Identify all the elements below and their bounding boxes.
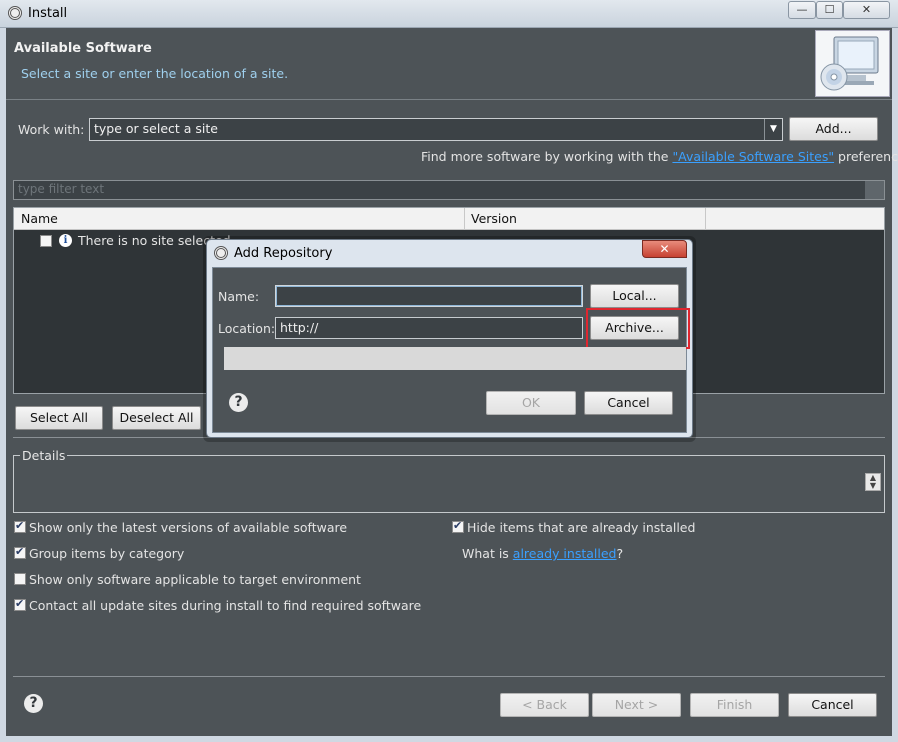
ok-button[interactable]: OK xyxy=(486,391,576,415)
archive-highlight xyxy=(586,308,690,349)
column-divider[interactable] xyxy=(464,208,465,230)
name-label: Name: xyxy=(218,289,260,304)
hide-installed-label: Hide items that are already installed xyxy=(467,520,696,535)
row-checkbox[interactable] xyxy=(40,235,52,247)
divider xyxy=(13,676,885,677)
chevron-down-icon[interactable]: ▼ xyxy=(764,119,782,140)
column-name[interactable]: Name xyxy=(21,211,58,226)
table-header xyxy=(14,208,884,230)
eclipse-gear-icon xyxy=(214,246,228,260)
dialog-close-button[interactable]: ✕ xyxy=(642,240,687,258)
cancel-button[interactable]: Cancel xyxy=(788,693,877,717)
software-sites-hint: Find more software by working with the "… xyxy=(421,149,898,164)
back-button[interactable]: < Back xyxy=(500,693,589,717)
already-installed-link[interactable]: already installed xyxy=(513,546,617,561)
dialog-message-area xyxy=(224,347,686,370)
target-environment-checkbox[interactable] xyxy=(14,573,26,585)
work-with-label: Work with: xyxy=(18,122,85,137)
info-icon: i xyxy=(59,234,72,247)
add-site-button[interactable]: Add... xyxy=(789,117,878,141)
help-icon[interactable]: ? xyxy=(229,393,248,412)
contact-update-sites-checkbox[interactable] xyxy=(14,597,26,611)
column-version[interactable]: Version xyxy=(471,211,517,226)
maximize-button[interactable]: ☐ xyxy=(816,1,843,19)
deselect-all-button[interactable]: Deselect All xyxy=(112,406,201,430)
page-subtitle: Select a site or enter the location of a… xyxy=(21,66,289,81)
dialog-cancel-button[interactable]: Cancel xyxy=(584,391,673,415)
wizard-header xyxy=(6,28,892,100)
filter-input[interactable]: type filter text xyxy=(13,180,885,200)
page-title: Available Software xyxy=(14,41,152,56)
minimize-button[interactable]: — xyxy=(788,1,816,19)
group-by-category-label: Group items by category xyxy=(29,546,185,561)
location-input[interactable]: http:// xyxy=(275,317,583,339)
latest-versions-checkbox[interactable] xyxy=(14,519,26,533)
select-all-button[interactable]: Select All xyxy=(15,406,103,430)
group-by-category-checkbox[interactable] xyxy=(14,545,26,559)
target-environment-label: Show only software applicable to target … xyxy=(29,572,361,587)
location-label: Location: xyxy=(218,321,276,336)
name-input[interactable] xyxy=(275,285,583,307)
latest-versions-label: Show only the latest versions of availab… xyxy=(29,520,348,535)
filter-clear[interactable] xyxy=(865,181,884,199)
eclipse-gear-icon xyxy=(8,6,22,20)
details-group xyxy=(13,455,885,513)
available-software-sites-link[interactable]: "Available Software Sites" xyxy=(672,149,834,164)
contact-update-sites-label: Contact all update sites during install … xyxy=(29,598,422,613)
hide-installed-checkbox[interactable] xyxy=(452,519,464,533)
dialog-title: Add Repository xyxy=(234,246,333,261)
finish-button[interactable]: Finish xyxy=(690,693,779,717)
column-divider[interactable] xyxy=(705,208,706,230)
details-label: Details xyxy=(20,448,68,463)
work-with-combo[interactable]: type or select a site xyxy=(89,118,783,141)
window-titlebar: Install — ☐ ✕ xyxy=(0,0,898,28)
details-scroll-icon[interactable]: ▲ ▼ xyxy=(865,473,881,491)
window-title: Install xyxy=(28,6,68,21)
local-button[interactable]: Local... xyxy=(590,284,679,308)
close-button[interactable]: ✕ xyxy=(843,1,890,19)
install-cd-icon xyxy=(815,30,890,97)
next-button[interactable]: Next > xyxy=(592,693,681,717)
what-is-installed: What is already installed? xyxy=(462,546,624,561)
help-icon[interactable]: ? xyxy=(24,694,43,713)
